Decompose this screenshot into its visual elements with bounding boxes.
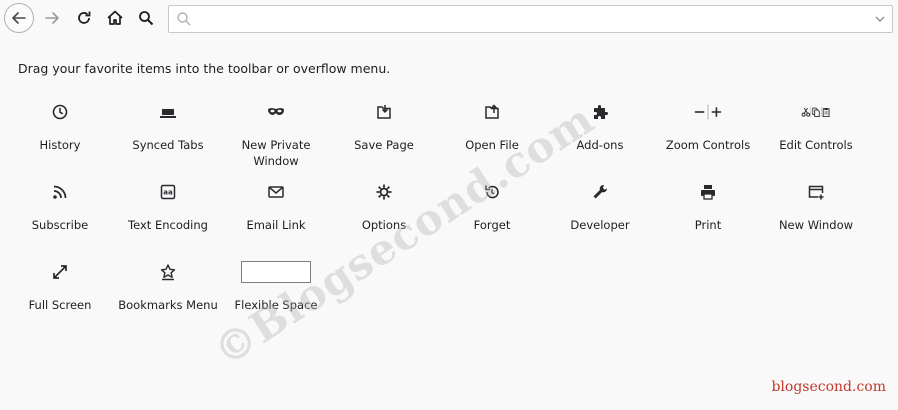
- palette-item-label: Bookmarks Menu: [118, 298, 218, 312]
- search-icon: [139, 11, 154, 26]
- edit-controls-icon: [801, 102, 831, 122]
- palette-item-label: Full Screen: [28, 298, 92, 312]
- palette-item-email-link[interactable]: Email Link: [222, 182, 330, 248]
- reload-icon: [78, 11, 91, 24]
- brand-label: blogsecond.com: [771, 379, 886, 395]
- palette-item-label: Save Page: [354, 138, 414, 152]
- palette-item-label: New Window: [778, 218, 854, 232]
- gear-icon: [369, 182, 399, 202]
- chevron-down-icon[interactable]: [874, 14, 886, 24]
- palette-item-label: Edit Controls: [779, 138, 853, 152]
- url-input[interactable]: [199, 9, 853, 31]
- home-button[interactable]: [101, 4, 129, 32]
- palette-item-synced-tabs[interactable]: Synced Tabs: [114, 102, 222, 168]
- customize-instructions: Drag your favorite items into the toolba…: [18, 61, 391, 76]
- wrench-icon: [585, 182, 615, 202]
- forward-arrow-icon: [45, 12, 59, 24]
- palette-item-print[interactable]: Print: [654, 182, 762, 248]
- reload-button[interactable]: [70, 4, 98, 32]
- home-icon: [107, 10, 123, 25]
- back-arrow-icon: [12, 12, 26, 24]
- palette-item-developer[interactable]: Developer: [546, 182, 654, 248]
- palette-item-zoom-controls[interactable]: Zoom Controls: [654, 102, 762, 168]
- palette-item-label: Zoom Controls: [665, 138, 751, 152]
- navigation-toolbar: [0, 0, 898, 38]
- palette-item-text-encoding[interactable]: aa Text Encoding: [114, 182, 222, 248]
- text-encoding-icon: aa: [153, 182, 183, 202]
- palette-item-save-page[interactable]: Save Page: [330, 102, 438, 168]
- palette-item-subscribe[interactable]: Subscribe: [6, 182, 114, 248]
- palette-item-label: Print: [694, 218, 722, 232]
- rss-icon: [45, 182, 75, 202]
- palette-item-bookmarks-menu[interactable]: Bookmarks Menu: [114, 262, 222, 328]
- envelope-icon: [261, 182, 291, 202]
- private-mask-icon: [261, 102, 291, 122]
- history-icon: [45, 102, 75, 122]
- palette-item-label: Developer: [570, 218, 630, 232]
- palette-item-history[interactable]: History: [6, 102, 114, 168]
- palette-item-full-screen[interactable]: Full Screen: [6, 262, 114, 328]
- palette-item-edit-controls[interactable]: Edit Controls: [762, 102, 870, 168]
- save-page-icon: [369, 102, 399, 122]
- palette-item-label: Subscribe: [31, 218, 89, 232]
- palette-item-label: History: [39, 138, 81, 152]
- fullscreen-icon: [45, 262, 75, 282]
- palette-item-label: New Private Window: [241, 138, 311, 168]
- svg-text:aa: aa: [163, 189, 173, 197]
- new-window-icon: [801, 182, 831, 202]
- printer-icon: [693, 182, 723, 202]
- forward-button[interactable]: [38, 4, 66, 32]
- palette-item-new-private-window[interactable]: New Private Window: [222, 102, 330, 168]
- urlbar-search-icon: [176, 11, 192, 27]
- palette-item-label: Email Link: [246, 218, 306, 232]
- back-button[interactable]: [4, 3, 34, 33]
- palette-item-label: Text Encoding: [128, 218, 208, 232]
- palette-item-label: Synced Tabs: [132, 138, 204, 152]
- url-bar[interactable]: [168, 5, 893, 33]
- search-button[interactable]: [132, 4, 160, 32]
- open-file-icon: [477, 102, 507, 122]
- synced-tabs-icon: [153, 102, 183, 122]
- zoom-icon: [693, 102, 723, 122]
- bookmarks-star-icon: [153, 262, 183, 282]
- palette-item-new-window[interactable]: New Window: [762, 182, 870, 248]
